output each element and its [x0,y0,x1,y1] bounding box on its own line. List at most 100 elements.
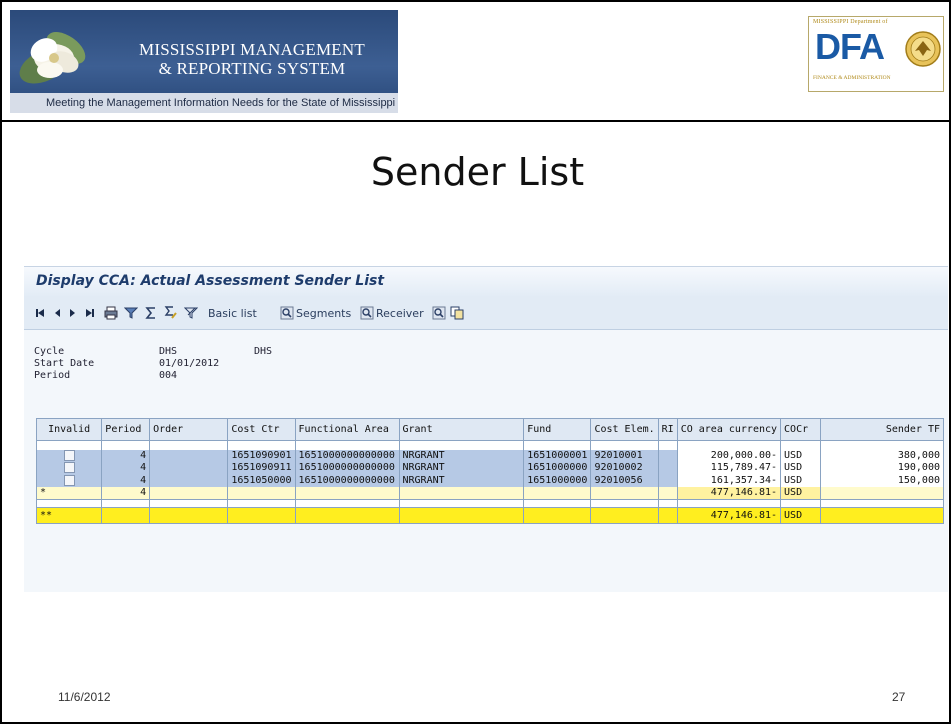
basic-list-button[interactable]: Basic list [208,304,257,322]
sender-tf-cell: 190,000 [819,462,945,475]
amount-cell: 115,789.47- [676,462,782,475]
invalid-cell[interactable] [35,449,103,462]
mmrs-banner: MISSISSIPPI MANAGEMENT & REPORTING SYSTE… [10,10,398,113]
table-row[interactable]: 4 1651090911 1651000000000000 NRGRANT 16… [35,462,945,475]
sender-tf-cell: 380,000 [819,449,945,462]
col-fund[interactable]: Fund [523,418,592,441]
system-name: MISSISSIPPI MANAGEMENT & REPORTING SYSTE… [118,40,386,78]
fund-cell: 1651000000 [523,462,592,475]
total-marker: ** [35,507,103,524]
receiver-button[interactable]: Receiver [360,304,424,322]
ri-cell [657,449,678,462]
cycle-value-2: DHS [254,346,273,357]
state-seal-icon [905,31,941,67]
col-cost-elem[interactable]: Cost Elem. [590,418,659,441]
sap-window-title-bar: Display CCA: Actual Assessment Sender Li… [24,266,948,296]
grant-cell: NRGRANT [398,474,525,487]
cocr-cell: USD [780,474,821,487]
sap-window-title: Display CCA: Actual Assessment Sender Li… [36,273,385,289]
col-invalid[interactable]: Invalid [35,418,103,441]
cost-ctr-cell: 1651090901 [227,449,296,462]
col-order[interactable]: Order [149,418,229,441]
functional-area-cell: 1651000000000000 [294,449,400,462]
subtotal-period: 4 [101,487,151,500]
copy-icon [450,306,464,320]
last-page-icon [86,309,94,317]
table-row[interactable]: 4 1651090901 1651000000000000 NRGRANT 16… [35,449,945,462]
subtotal-row[interactable]: * 4 477,146.81- USD [35,487,945,500]
table-header-row: Invalid Period Order Cost Ctr Functional… [35,418,945,441]
last-page-button[interactable] [84,304,96,322]
col-period[interactable]: Period [101,418,151,441]
subtotal-icon [164,306,177,319]
invalid-checkbox[interactable] [63,462,75,473]
sum-button[interactable] [144,304,158,322]
ri-cell [657,462,678,475]
magnolia-flower-icon [19,32,86,84]
period-value: 004 [159,370,178,381]
first-page-button[interactable] [34,304,46,322]
fund-cell: 1651000000 [523,474,592,487]
cost-ctr-cell: 1651050000 [227,474,296,487]
slide-date: 11/6/2012 [58,690,111,704]
total-row[interactable]: ** 477,146.81- USD [35,507,945,524]
fund-cell: 1651000001 [523,449,592,462]
copy-button[interactable] [450,304,464,322]
slide-page-number: 27 [892,690,906,704]
invalid-checkbox[interactable] [63,449,75,461]
amount-cell: 200,000.00- [676,449,782,462]
print-button[interactable] [104,304,118,322]
col-grant[interactable]: Grant [398,418,525,441]
basic-list-label: Basic list [208,306,257,320]
functional-area-cell: 1651000000000000 [294,474,400,487]
invalid-checkbox[interactable] [63,474,75,486]
subtotal-marker: * [35,487,103,500]
filter-off-button[interactable] [184,304,198,322]
cost-elem-cell: 92010002 [590,462,659,475]
cost-elem-cell: 92010056 [590,474,659,487]
receiver-label: Receiver [376,306,424,320]
cost-elem-cell: 92010001 [590,449,659,462]
ri-cell [657,474,678,487]
cycle-label: Cycle [34,346,65,357]
total-cocr: USD [780,507,821,524]
cocr-cell: USD [780,449,821,462]
invalid-cell[interactable] [35,462,103,475]
system-name-line2: & REPORTING SYSTEM [158,59,346,78]
col-sender-tf[interactable]: Sender TF [819,418,945,441]
col-co-area-currency[interactable]: CO area currency [676,418,782,441]
col-functional-area[interactable]: Functional Area [294,418,400,441]
dfa-logo-bottom-text: FINANCE & ADMINISTRATION [813,75,891,81]
segments-button[interactable]: Segments [280,304,351,322]
table-row[interactable]: 4 1651050000 1651000000000000 NRGRANT 16… [35,474,945,487]
sender-tf-cell: 150,000 [819,474,945,487]
invalid-cell[interactable] [35,474,103,487]
sap-window: Display CCA: Actual Assessment Sender Li… [24,266,948,592]
col-ri[interactable]: RI [657,418,678,441]
previous-page-button[interactable] [52,304,62,322]
next-page-button[interactable] [68,304,78,322]
functional-area-cell: 1651000000000000 [294,462,400,475]
cocr-cell: USD [780,462,821,475]
subtotal-button[interactable] [164,304,178,322]
subtotal-cocr: USD [780,487,821,500]
filter-icon [124,307,138,319]
slide-title: Sender List [370,150,585,194]
dfa-logo-letters: DFA [815,26,885,67]
col-cost-ctr[interactable]: Cost Ctr [227,418,296,441]
col-cocr[interactable]: COCr [780,418,821,441]
spacer-row [35,440,945,450]
subtotal-amount: 477,146.81- [676,487,782,500]
system-name-line1: MISSISSIPPI MANAGEMENT [139,40,365,59]
filter-button[interactable] [124,304,138,322]
first-page-icon [36,309,44,317]
cycle-value: DHS [159,346,178,357]
grant-cell: NRGRANT [398,449,525,462]
slide: MISSISSIPPI MANAGEMENT & REPORTING SYSTE… [0,0,951,724]
total-amount: 477,146.81- [676,507,782,524]
cost-ctr-cell: 1651090911 [227,462,296,475]
sum-icon [145,307,155,319]
print-icon [104,306,118,320]
filter-off-icon [184,307,198,319]
detail-button[interactable] [432,304,446,322]
